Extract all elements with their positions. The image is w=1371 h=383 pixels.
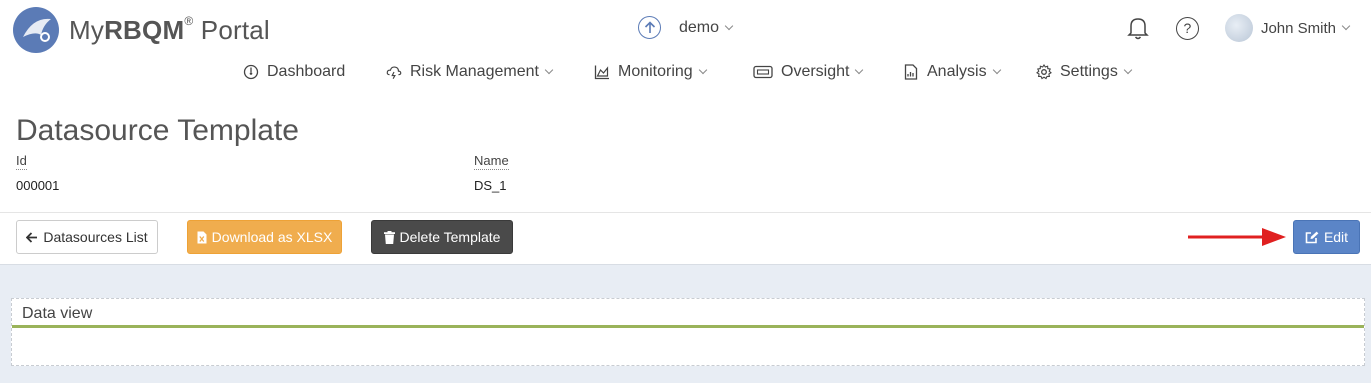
chevron-down-icon — [1123, 65, 1133, 75]
page-title: Datasource Template — [16, 114, 299, 147]
datasources-list-button[interactable]: Datasources List — [16, 220, 158, 254]
edit-label: Edit — [1323, 229, 1349, 245]
chevron-down-icon — [992, 65, 1001, 75]
panel-accent-bar — [12, 325, 1364, 328]
datasources-list-label: Datasources List — [43, 229, 148, 245]
chevron-down-icon — [855, 65, 864, 75]
logo-mark-icon — [13, 7, 59, 53]
download-xlsx-button[interactable]: Download as XLSX — [187, 220, 342, 254]
area-chart-icon — [594, 64, 610, 80]
brand-suffix: Portal — [193, 14, 270, 45]
user-area: ? John Smith — [1126, 14, 1351, 42]
chevron-down-icon — [544, 65, 554, 75]
annotation-arrow-icon — [1188, 228, 1286, 246]
user-name[interactable]: John Smith — [1261, 20, 1336, 37]
oversight-icon — [753, 64, 773, 80]
edit-icon — [1305, 231, 1319, 244]
chevron-down-icon[interactable] — [1341, 21, 1351, 31]
delete-template-label: Delete Template — [399, 229, 501, 245]
avatar[interactable] — [1224, 14, 1253, 42]
nav-analysis-label: Analysis — [927, 63, 987, 80]
data-view-panel: Data view — [11, 298, 1365, 366]
help-icon[interactable]: ? — [1175, 16, 1199, 40]
nav-monitoring-label: Monitoring — [618, 63, 693, 80]
edit-button[interactable]: Edit — [1293, 220, 1360, 254]
divider — [0, 212, 1371, 213]
nav-risk-management[interactable]: Risk Management — [386, 63, 554, 81]
download-xlsx-label: Download as XLSX — [211, 229, 333, 245]
brand-bold: RBQM — [104, 14, 185, 45]
trash-icon — [383, 230, 395, 244]
main-nav: Dashboard Risk Management Monitoring Ove… — [0, 58, 1371, 88]
arrow-left-icon — [26, 231, 38, 243]
study-selector[interactable]: demo — [638, 16, 734, 39]
nav-settings[interactable]: Settings — [1036, 63, 1133, 81]
brand-name: MyRBQM® Portal — [69, 13, 270, 46]
nav-dashboard-label: Dashboard — [267, 63, 346, 80]
file-excel-icon — [197, 231, 207, 244]
chevron-down-icon — [698, 65, 707, 75]
document-chart-icon — [903, 64, 919, 80]
brand-registered: ® — [184, 13, 194, 28]
chevron-down-icon — [724, 21, 734, 30]
study-name: demo — [679, 18, 720, 36]
dashboard-icon — [243, 64, 259, 80]
name-label: Name — [474, 153, 509, 170]
id-label: Id — [16, 153, 27, 170]
nav-oversight[interactable]: Oversight — [753, 63, 864, 81]
nav-risk-management-label: Risk Management — [410, 63, 539, 80]
data-view-title: Data view — [22, 305, 93, 322]
name-value: DS_1 — [474, 178, 507, 193]
nav-oversight-label: Oversight — [781, 63, 850, 80]
nav-analysis[interactable]: Analysis — [903, 63, 1001, 81]
risk-cloud-icon — [386, 64, 402, 80]
gear-icon — [1036, 64, 1052, 80]
delete-template-button[interactable]: Delete Template — [371, 220, 513, 254]
arrow-up-circle-icon — [638, 16, 661, 39]
nav-settings-label: Settings — [1060, 63, 1118, 80]
nav-monitoring[interactable]: Monitoring — [594, 63, 707, 81]
nav-dashboard[interactable]: Dashboard — [243, 63, 345, 81]
id-value: 000001 — [16, 178, 60, 193]
top-bar: MyRBQM® Portal demo ? John Smith — [0, 0, 1371, 56]
brand-logo[interactable]: MyRBQM® Portal — [13, 7, 270, 53]
bell-icon[interactable] — [1126, 15, 1150, 41]
brand-prefix: My — [69, 14, 105, 45]
